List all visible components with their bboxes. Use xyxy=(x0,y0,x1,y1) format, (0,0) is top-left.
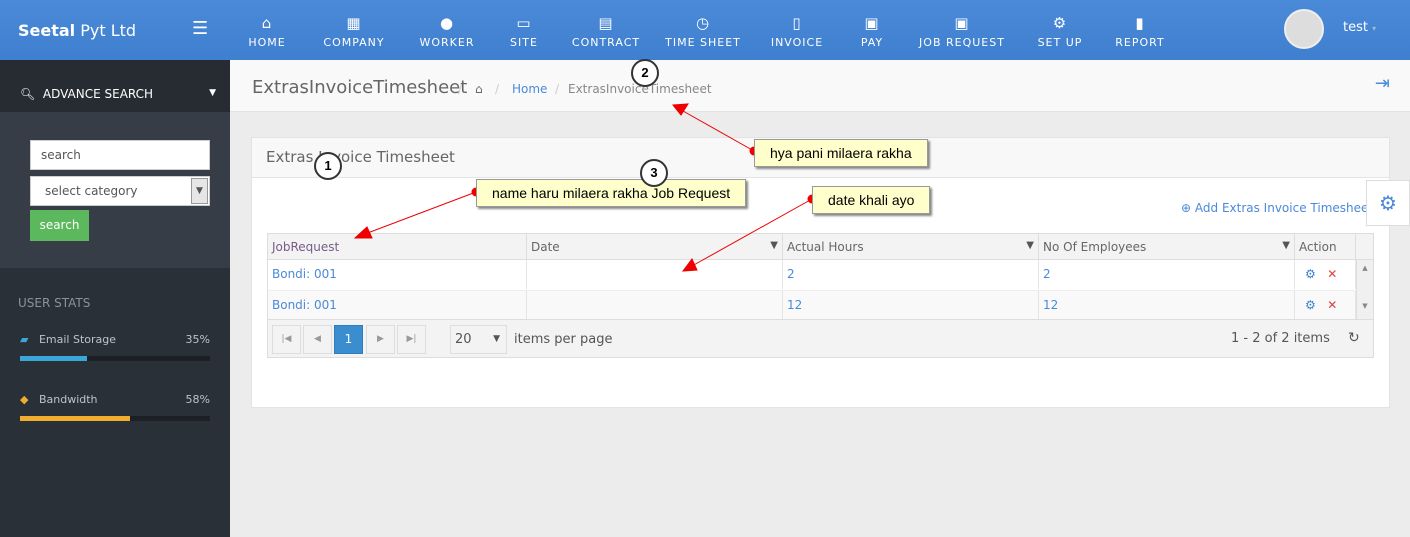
file-icon: ▯ xyxy=(792,14,802,32)
user-stats-heading: USER STATS xyxy=(18,296,91,310)
stat-bandwidth: ◆ Bandwidth 58% xyxy=(20,393,210,406)
cell-date xyxy=(527,260,783,289)
nav-contract[interactable]: ▤ CONTRACT xyxy=(572,14,640,49)
page-title: ExtrasInvoiceTimesheet xyxy=(252,77,468,98)
money-icon: ▣ xyxy=(954,14,970,32)
pager: |◀ ◀ 1 ▶ ▶| 20 ▼ items per page 1 - 2 of … xyxy=(268,319,1373,357)
nav-report[interactable]: ▮ REPORT xyxy=(1115,14,1164,49)
cell-no-of-employees: 12 xyxy=(1039,291,1295,320)
settings-gear-icon[interactable]: ⚙ xyxy=(1366,180,1410,226)
clock-icon: ◷ xyxy=(695,14,711,32)
vertical-scrollbar[interactable]: ▲ ▼ xyxy=(1356,260,1373,319)
advance-search-toggle[interactable]: 🔍︎ ADVANCE SEARCH ▼ xyxy=(0,60,230,112)
nav-pay[interactable]: ▣ PAY xyxy=(861,14,883,49)
plus-circle-icon: ⊕ xyxy=(1181,201,1192,215)
column-header-action: Action xyxy=(1295,234,1356,260)
nav-worker[interactable]: ● WORKER xyxy=(420,14,475,49)
user-menu[interactable]: test ▾ xyxy=(1343,20,1376,35)
prev-page-button[interactable]: ◀ xyxy=(303,325,332,354)
data-grid: JobRequest Date ▼ Actual Hours ▼ No Of Emp… xyxy=(267,233,1374,358)
nav-home[interactable]: ⌂ HOME xyxy=(248,14,285,49)
page-size-select[interactable]: 20 ▼ xyxy=(450,325,507,354)
nav-invoice[interactable]: ▯ INVOICE xyxy=(771,14,823,49)
building-icon: ▦ xyxy=(346,14,362,32)
dropbox-icon: ◆ xyxy=(20,393,29,406)
add-extras-invoice-timesheet-link[interactable]: ⊕ Add Extras Invoice Timesheet xyxy=(1181,201,1373,215)
search-icon: 🔍︎ xyxy=(20,87,36,101)
nav-job-request[interactable]: ▣ JOB REQUEST xyxy=(919,14,1005,49)
cell-jobrequest[interactable]: Bondi: 001 xyxy=(268,291,527,320)
page-1-button[interactable]: 1 xyxy=(334,325,363,354)
dropdown-arrow-icon[interactable]: ▼ xyxy=(191,178,208,204)
annotation-number-1: 1 xyxy=(314,152,342,180)
document-icon: ▤ xyxy=(598,14,614,32)
annotation-note-2: hya pani milaera rakha xyxy=(754,139,928,167)
email-storage-bar xyxy=(20,356,210,361)
top-navbar: Seetal Pyt Ltd ☰ ⌂ HOME ▦ COMPANY ● WORKER ▭ SI… xyxy=(0,0,1410,60)
edit-gear-icon[interactable]: ⚙ xyxy=(1305,267,1316,281)
hamburger-icon[interactable]: ☰ xyxy=(192,18,208,39)
stat-email-storage: ▰ Email Storage 35% xyxy=(20,333,210,346)
nav-time-sheet[interactable]: ◷ TIME SHEET xyxy=(665,14,741,49)
nav-company[interactable]: ▦ COMPANY xyxy=(323,14,384,49)
nav-set-up[interactable]: ⚙ SET UP xyxy=(1038,14,1083,49)
annotation-number-2: 2 xyxy=(631,59,659,87)
edit-gear-icon[interactable]: ⚙ xyxy=(1305,298,1316,312)
caret-down-icon: ▼ xyxy=(209,88,216,98)
delete-icon[interactable]: ✕ xyxy=(1327,298,1337,312)
items-per-page-label: items per page xyxy=(514,332,613,347)
bandwidth-bar xyxy=(20,416,210,421)
table-row: Bondi: 001 2 2 ⚙ ✕ xyxy=(268,260,1356,290)
cell-date xyxy=(527,291,783,320)
cell-actual-hours: 2 xyxy=(783,260,1039,289)
category-select[interactable]: select category ▼ xyxy=(30,176,210,206)
avatar[interactable] xyxy=(1284,9,1324,49)
cell-jobrequest[interactable]: Bondi: 001 xyxy=(268,260,527,289)
inbox-icon: ▰ xyxy=(20,333,29,346)
delete-icon[interactable]: ✕ xyxy=(1327,267,1337,281)
column-header-no-of-employees[interactable]: No Of Employees ▼ xyxy=(1039,234,1295,260)
filter-icon[interactable]: ▼ xyxy=(1282,240,1290,251)
monitor-icon: ▭ xyxy=(516,14,532,32)
cell-no-of-employees: 2 xyxy=(1039,260,1295,289)
brand-logo[interactable]: Seetal Pyt Ltd xyxy=(18,21,136,40)
refresh-icon[interactable]: ↻ xyxy=(1348,330,1360,346)
next-page-button[interactable]: ▶ xyxy=(366,325,395,354)
column-header-jobrequest[interactable]: JobRequest xyxy=(268,234,527,260)
user-icon: ● xyxy=(439,14,455,32)
first-page-button[interactable]: |◀ xyxy=(272,325,301,354)
money-icon: ▣ xyxy=(864,14,880,32)
last-page-button[interactable]: ▶| xyxy=(397,325,426,354)
filter-icon[interactable]: ▼ xyxy=(1026,240,1034,251)
home-icon[interactable]: ⌂ xyxy=(475,82,483,96)
filter-icon[interactable]: ▼ xyxy=(770,240,778,251)
breadcrumb-home[interactable]: Home xyxy=(512,82,547,96)
search-input[interactable]: search xyxy=(30,140,210,170)
search-button[interactable]: search xyxy=(30,210,89,241)
annotation-note-1: name haru milaera rakha Job Request xyxy=(476,179,747,207)
cell-actual-hours: 12 xyxy=(783,291,1039,320)
annotation-note-3: date khali ayo xyxy=(812,186,931,214)
table-row: Bondi: 001 12 12 ⚙ ✕ xyxy=(268,290,1356,320)
nav-site[interactable]: ▭ SITE xyxy=(510,14,538,49)
column-header-actual-hours[interactable]: Actual Hours ▼ xyxy=(783,234,1039,260)
gear-icon: ⚙ xyxy=(1052,14,1068,32)
pager-summary: 1 - 2 of 2 items xyxy=(1231,331,1330,346)
page-header: ExtrasInvoiceTimesheet / ⌂ / Home / Extr… xyxy=(230,60,1410,112)
logout-icon[interactable]: ⇥ xyxy=(1375,73,1390,94)
column-header-date[interactable]: Date ▼ xyxy=(527,234,783,260)
file-icon: ▮ xyxy=(1135,14,1145,32)
annotation-number-3: 3 xyxy=(640,159,668,187)
home-icon: ⌂ xyxy=(261,14,273,32)
